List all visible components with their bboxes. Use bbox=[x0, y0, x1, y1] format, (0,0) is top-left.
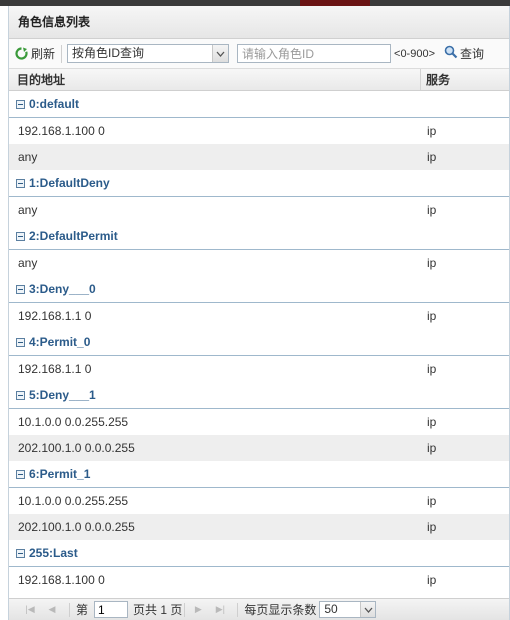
table-row[interactable]: 192.168.1.1 0 ip bbox=[9, 303, 509, 329]
address-cell: any bbox=[18, 256, 38, 270]
next-page-icon[interactable]: ▶ bbox=[191, 603, 205, 617]
group-label: 5:Deny___1 bbox=[29, 388, 96, 402]
service-cell: ip bbox=[427, 441, 437, 455]
collapse-icon[interactable] bbox=[16, 231, 25, 241]
query-button[interactable]: 查询 bbox=[444, 45, 484, 62]
group-row[interactable]: 1:DefaultDeny bbox=[9, 170, 509, 197]
table-header: 目的地址 服务 bbox=[9, 69, 509, 91]
group-row[interactable]: 5:Deny___1 bbox=[9, 382, 509, 409]
table-row[interactable]: 192.168.1.100 0 ip bbox=[9, 567, 509, 593]
service-cell: ip bbox=[427, 124, 437, 138]
page-number-input[interactable] bbox=[94, 601, 129, 618]
table-row[interactable]: 10.1.0.0 0.0.255.255 ip bbox=[9, 488, 509, 514]
service-cell: ip bbox=[427, 203, 437, 217]
query-type-select[interactable]: 按角色ID查询 bbox=[67, 44, 230, 63]
column-header-address[interactable]: 目的地址 bbox=[9, 69, 421, 90]
service-cell: ip bbox=[427, 573, 437, 587]
toolbar-separator bbox=[61, 44, 63, 63]
service-cell: ip bbox=[427, 415, 437, 429]
group-label: 3:Deny___0 bbox=[29, 282, 96, 296]
page-size-value: 50 bbox=[324, 602, 338, 616]
pager-separator bbox=[237, 602, 239, 617]
pager-separator bbox=[69, 602, 70, 617]
service-cell: ip bbox=[427, 256, 437, 270]
search-icon bbox=[444, 45, 458, 62]
last-page-icon[interactable]: ▶| bbox=[213, 603, 227, 617]
address-cell: 202.100.1.0 0.0.0.255 bbox=[18, 520, 135, 534]
group-label: 2:DefaultPermit bbox=[29, 229, 118, 243]
table-row[interactable]: 202.100.1.0 0.0.0.255 ip bbox=[9, 514, 509, 540]
pager-separator bbox=[184, 602, 186, 617]
group-label: 4:Permit_0 bbox=[29, 335, 91, 349]
role-list-panel: 角色信息列表 刷新 按角色ID查询 <0-900> 查询 目的地址 服务 0:d… bbox=[8, 6, 510, 620]
table-row[interactable]: any ip bbox=[9, 250, 509, 276]
chevron-down-icon[interactable] bbox=[212, 45, 229, 62]
column-header-service[interactable]: 服务 bbox=[421, 69, 509, 90]
address-cell: 192.168.1.1 0 bbox=[18, 309, 92, 323]
pagination-bar: |◀ ◀ 第 页共 1 页 ▶ ▶| 每页显示条数 50 bbox=[9, 598, 509, 620]
address-cell: 10.1.0.0 0.0.255.255 bbox=[18, 415, 129, 429]
address-cell: any bbox=[18, 150, 38, 164]
table-row[interactable]: any ip bbox=[9, 197, 509, 223]
collapse-icon[interactable] bbox=[16, 390, 25, 400]
page-prefix: 第 bbox=[76, 603, 89, 617]
collapse-icon[interactable] bbox=[16, 469, 25, 479]
group-row[interactable]: 2:DefaultPermit bbox=[9, 223, 509, 250]
address-cell: 192.168.1.1 0 bbox=[18, 362, 92, 376]
first-page-icon[interactable]: |◀ bbox=[23, 603, 37, 617]
collapse-icon[interactable] bbox=[16, 99, 25, 109]
service-cell: ip bbox=[427, 520, 437, 534]
group-row[interactable]: 3:Deny___0 bbox=[9, 276, 509, 303]
collapse-icon[interactable] bbox=[16, 284, 25, 294]
table-row[interactable]: 192.168.1.100 0 ip bbox=[9, 118, 509, 144]
range-hint: <0-900> bbox=[394, 47, 435, 60]
address-cell: 10.1.0.0 0.0.255.255 bbox=[18, 494, 129, 508]
service-cell: ip bbox=[427, 494, 437, 508]
collapse-icon[interactable] bbox=[16, 178, 25, 188]
service-cell: ip bbox=[427, 309, 437, 323]
service-cell: ip bbox=[427, 150, 437, 164]
toolbar: 刷新 按角色ID查询 <0-900> 查询 bbox=[9, 39, 509, 69]
panel-title: 角色信息列表 bbox=[9, 6, 509, 39]
collapse-icon[interactable] bbox=[16, 548, 25, 558]
group-label: 1:DefaultDeny bbox=[29, 176, 110, 190]
service-cell: ip bbox=[427, 362, 437, 376]
address-cell: any bbox=[18, 203, 38, 217]
group-row[interactable]: 255:Last bbox=[9, 540, 509, 567]
address-cell: 192.168.1.100 0 bbox=[18, 573, 105, 587]
query-type-value: 按角色ID查询 bbox=[72, 46, 145, 60]
refresh-icon bbox=[15, 47, 28, 60]
table-row[interactable]: 202.100.1.0 0.0.0.255 ip bbox=[9, 435, 509, 461]
group-label: 255:Last bbox=[29, 546, 78, 560]
group-row[interactable]: 6:Permit_1 bbox=[9, 461, 509, 488]
table-row[interactable]: any ip bbox=[9, 144, 509, 170]
refresh-button[interactable]: 刷新 bbox=[15, 45, 55, 62]
previous-page-icon[interactable]: ◀ bbox=[45, 603, 59, 617]
group-label: 0:default bbox=[29, 97, 80, 111]
group-label: 6:Permit_1 bbox=[29, 467, 91, 481]
address-cell: 192.168.1.100 0 bbox=[18, 124, 105, 138]
table-row[interactable]: 192.168.1.1 0 ip bbox=[9, 356, 509, 382]
chevron-down-icon[interactable] bbox=[360, 602, 376, 617]
table-body: 0:default 192.168.1.100 0 ip any ip 1:Default… bbox=[9, 91, 509, 593]
table-row[interactable]: 10.1.0.0 0.0.255.255 ip bbox=[9, 409, 509, 435]
query-label: 查询 bbox=[460, 47, 485, 61]
page-size-label: 每页显示条数 bbox=[244, 603, 317, 617]
page-suffix: 页共 1 页 bbox=[133, 603, 183, 617]
group-row[interactable]: 0:default bbox=[9, 91, 509, 118]
collapse-icon[interactable] bbox=[16, 337, 25, 347]
role-id-input[interactable] bbox=[237, 44, 392, 63]
address-cell: 202.100.1.0 0.0.0.255 bbox=[18, 441, 135, 455]
group-row[interactable]: 4:Permit_0 bbox=[9, 329, 509, 356]
refresh-label: 刷新 bbox=[31, 47, 56, 61]
page-size-select[interactable]: 50 bbox=[319, 601, 377, 618]
